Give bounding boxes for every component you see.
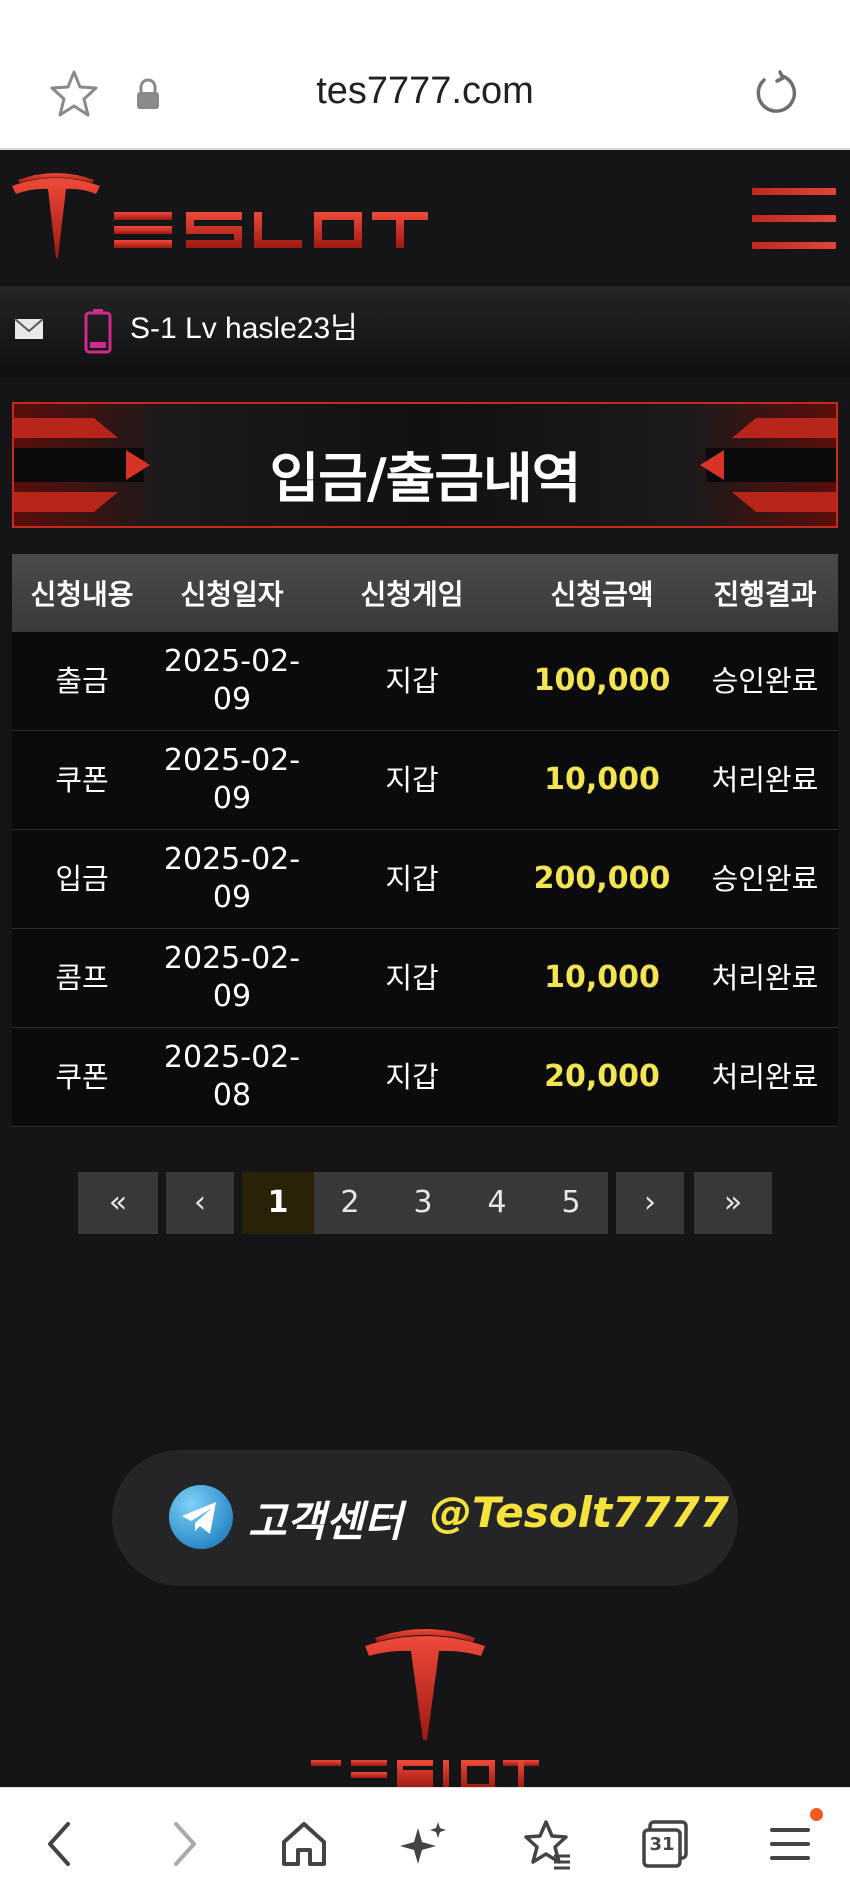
- column-header-type: 신청내용: [12, 554, 152, 632]
- cell-date: 2025-02- 09: [152, 829, 312, 929]
- first-page-button[interactable]: «: [78, 1172, 158, 1234]
- cell-date: 2025-02- 09: [152, 730, 312, 830]
- next-page-button[interactable]: ›: [616, 1172, 684, 1234]
- site-header: [0, 150, 850, 286]
- back-icon[interactable]: [32, 1816, 88, 1872]
- cell-type: 콤프: [12, 928, 152, 1028]
- cell-date: 2025-02- 09: [152, 632, 312, 731]
- browser-menu-icon[interactable]: [762, 1816, 818, 1872]
- cell-status: 처리완료: [692, 730, 838, 830]
- cell-amount: 10,000: [512, 928, 692, 1028]
- cell-status: 승인완료: [692, 829, 838, 929]
- tabs-icon[interactable]: 31: [638, 1816, 694, 1872]
- page-title: 입금/출금내역: [269, 447, 582, 510]
- teslot-logo[interactable]: [10, 172, 430, 264]
- last-page-button[interactable]: »: [694, 1172, 772, 1234]
- date-line2: 09: [212, 880, 252, 915]
- table-row: 출금 2025-02- 09 지갑 100,000 승인완료: [12, 632, 838, 731]
- menu-icon[interactable]: [752, 188, 836, 249]
- notification-dot: [810, 1808, 823, 1821]
- cell-date: 2025-02- 09: [152, 928, 312, 1028]
- forward-icon[interactable]: [156, 1816, 212, 1872]
- table-row: 콤프 2025-02- 09 지갑 10,000 처리완료: [12, 928, 838, 1028]
- cell-amount: 200,000: [512, 829, 692, 929]
- cell-game: 지갑: [312, 730, 512, 830]
- page-button-4[interactable]: 4: [460, 1172, 534, 1234]
- date-line1: 2025-02-: [163, 743, 301, 778]
- prev-page-button[interactable]: ‹: [166, 1172, 234, 1234]
- cell-game: 지갑: [312, 928, 512, 1028]
- cell-amount: 20,000: [512, 1027, 692, 1127]
- user-level-text: S-1 Lv hasle23님: [130, 312, 358, 345]
- date-line1: 2025-02-: [163, 842, 301, 877]
- date-line1: 2025-02-: [163, 644, 301, 679]
- date-line2: 08: [212, 1078, 252, 1113]
- history-table: 신청내용 신청일자 신청게임 신청금액 진행결과 출금 2025-02- 09 지…: [12, 554, 838, 1127]
- cell-status: 처리완료: [692, 1027, 838, 1127]
- home-icon[interactable]: [276, 1816, 332, 1872]
- table-row: 쿠폰 2025-02- 09 지갑 10,000 처리완료: [12, 730, 838, 830]
- page-button-3[interactable]: 3: [386, 1172, 460, 1234]
- date-line2: 09: [212, 979, 252, 1014]
- url-text[interactable]: tes7777.com: [0, 70, 850, 113]
- table-header-row: 신청내용 신청일자 신청게임 신청금액 진행결과: [12, 554, 838, 632]
- page-button-2[interactable]: 2: [314, 1172, 386, 1234]
- cell-game: 지갑: [312, 1027, 512, 1127]
- sparkle-icon[interactable]: [396, 1816, 452, 1872]
- cell-status: 승인완료: [692, 632, 838, 731]
- column-header-game: 신청게임: [312, 554, 512, 632]
- cell-type: 쿠폰: [12, 1027, 152, 1127]
- cell-status: 처리완료: [692, 928, 838, 1028]
- cell-amount: 100,000: [512, 632, 692, 731]
- bookmarks-icon[interactable]: [518, 1816, 574, 1872]
- page-button-5[interactable]: 5: [534, 1172, 608, 1234]
- reload-icon[interactable]: [752, 70, 798, 116]
- telegram-icon: [169, 1485, 233, 1549]
- cell-amount: 10,000: [512, 730, 692, 830]
- customer-center-button[interactable]: 고객센터 @Tesolt7777: [112, 1450, 738, 1586]
- browser-address-bar: tes7777.com: [0, 0, 850, 150]
- date-line1: 2025-02-: [163, 1040, 301, 1075]
- column-header-status: 진행결과: [692, 554, 838, 632]
- cell-date: 2025-02- 08: [152, 1027, 312, 1127]
- customer-center-label: 고객센터: [248, 1497, 403, 1546]
- footer-logo: [311, 1629, 539, 1788]
- cell-game: 지갑: [312, 632, 512, 731]
- date-line1: 2025-02-: [163, 941, 301, 976]
- date-line2: 09: [212, 682, 252, 717]
- page-title-banner: 입금/출금내역: [12, 402, 838, 528]
- battery-icon: [84, 309, 112, 354]
- date-line2: 09: [212, 781, 252, 816]
- table-row: 쿠폰 2025-02- 08 지갑 20,000 처리완료: [12, 1027, 838, 1127]
- user-bar: S-1 Lv hasle23님: [0, 286, 850, 378]
- cell-type: 출금: [12, 632, 152, 731]
- browser-bottom-nav: 31: [0, 1787, 850, 1899]
- mail-icon[interactable]: [14, 318, 44, 340]
- column-header-amount: 신청금액: [512, 554, 692, 632]
- cell-type: 입금: [12, 829, 152, 929]
- column-header-date: 신청일자: [152, 554, 312, 632]
- page-button-1[interactable]: 1: [242, 1172, 314, 1234]
- telegram-handle: @Tesolt7777: [430, 1488, 729, 1537]
- table-row: 입금 2025-02- 09 지갑 200,000 승인완료: [12, 829, 838, 929]
- cell-game: 지갑: [312, 829, 512, 929]
- tabs-count: 31: [649, 1834, 675, 1855]
- cell-type: 쿠폰: [12, 730, 152, 830]
